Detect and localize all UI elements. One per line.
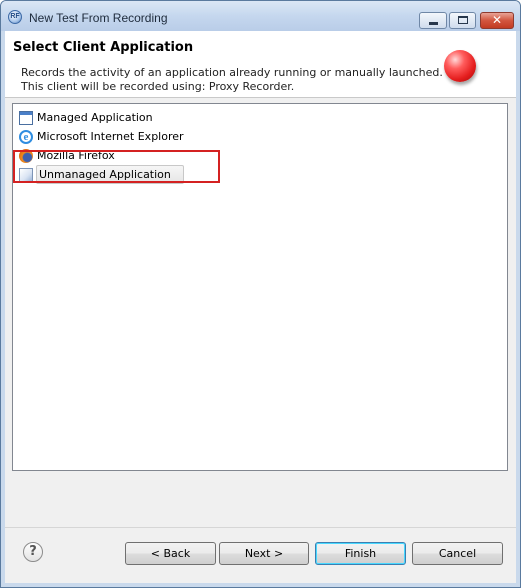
footer-separator xyxy=(5,527,516,528)
next-button[interactable]: Next > xyxy=(219,542,309,565)
finish-button[interactable]: Finish xyxy=(315,542,406,565)
title-bar[interactable]: RF New Test From Recording ✕ xyxy=(1,1,520,31)
highlight-annotation-box xyxy=(13,150,220,183)
minimize-icon xyxy=(429,22,438,25)
maximize-icon xyxy=(458,16,468,24)
app-icon: RF xyxy=(8,10,22,24)
managed-application-icon xyxy=(19,111,33,125)
close-icon: ✕ xyxy=(491,13,503,27)
page-description: Records the activity of an application a… xyxy=(21,66,443,93)
dialog-window: RF New Test From Recording ✕ Select Clie… xyxy=(0,0,521,588)
client-application-list[interactable]: Managed Application e Microsoft Internet… xyxy=(12,103,508,471)
dialog-client-area: Select Client Application Records the ac… xyxy=(5,31,516,583)
internet-explorer-icon: e xyxy=(19,130,33,144)
close-button[interactable]: ✕ xyxy=(480,12,514,29)
help-icon[interactable]: ? xyxy=(23,542,43,562)
window-title: New Test From Recording xyxy=(29,11,168,25)
cancel-button[interactable]: Cancel xyxy=(412,542,503,565)
list-item-label: Managed Application xyxy=(37,111,153,124)
page-title: Select Client Application xyxy=(13,40,194,55)
wizard-header: Select Client Application Records the ac… xyxy=(5,31,516,98)
record-icon xyxy=(444,50,476,82)
back-button[interactable]: < Back xyxy=(125,542,216,565)
maximize-button[interactable] xyxy=(449,12,476,29)
list-item-label: Microsoft Internet Explorer xyxy=(37,130,184,143)
minimize-button[interactable] xyxy=(419,12,447,29)
